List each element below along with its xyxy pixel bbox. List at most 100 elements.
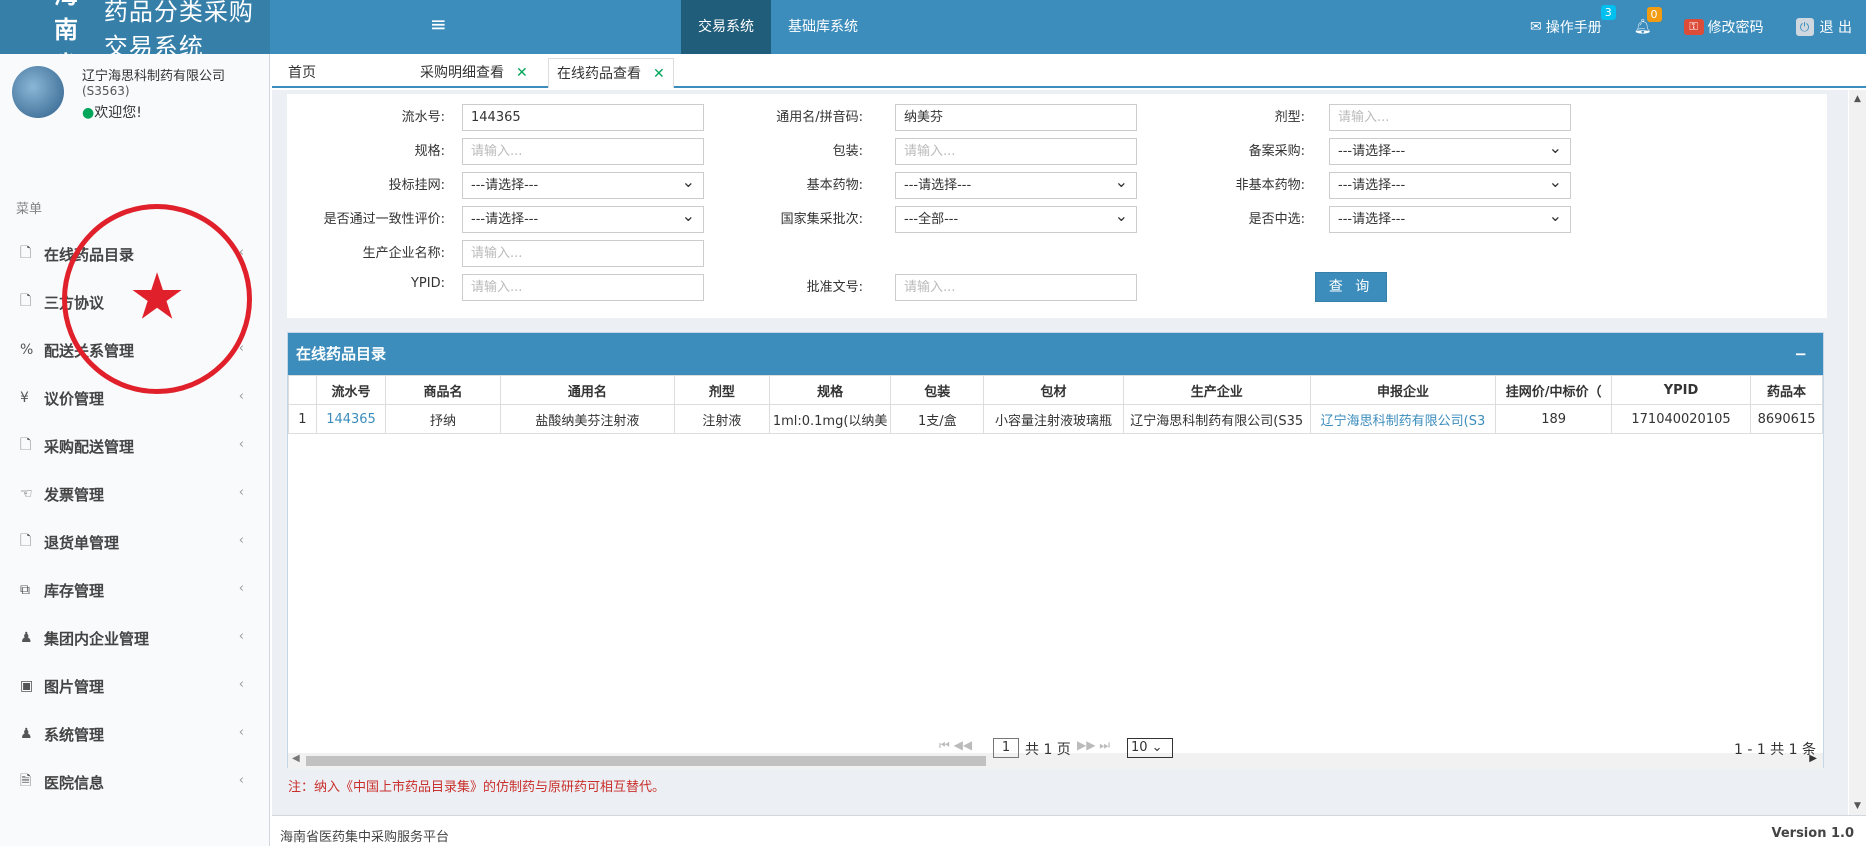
scroll-up-icon[interactable]: ▲ — [1854, 94, 1861, 104]
generic-name-input[interactable]: 纳美芬 — [895, 104, 1137, 131]
sidebar-item-label: 发票管理 — [44, 485, 105, 504]
column-header[interactable]: 剂型 — [674, 375, 770, 405]
column-header[interactable]: YPID — [1610, 375, 1752, 405]
pack-input[interactable]: 请输入... — [895, 138, 1137, 165]
column-header[interactable]: 药品本 — [1750, 375, 1823, 405]
cell-drug-code: 8690615 — [1750, 404, 1823, 434]
consistency-label: 是否通过一致性评价: — [323, 212, 445, 227]
vertical-scrollbar[interactable]: ▲ ▼ — [1849, 90, 1866, 815]
user-code: (S3563) — [82, 84, 130, 98]
dosage-form-input[interactable]: 请输入... — [1329, 104, 1571, 131]
sidebar-item-hospital[interactable]: 🗎 医院信息 ‹ — [0, 758, 270, 806]
sidebar-item-invoice[interactable]: ☜ 发票管理 ‹ — [0, 470, 270, 518]
top-navbar: 海南省药品分类采购交易系统 ≡ 交易系统 基础库系统 ✉ 操作手册 3 🔔︎ 0… — [0, 0, 1866, 79]
ypid-label: YPID: — [410, 276, 445, 291]
query-button[interactable]: 查 询 — [1315, 272, 1387, 302]
document-icon: 🗋 — [20, 245, 32, 261]
drug-grid: 在线药品目录 − 流水号 商品名 通用名 剂型 规格 包装 包材 生产企业 申报… — [287, 332, 1824, 769]
link-icon: % — [20, 342, 34, 358]
sidebar-item-tripartite[interactable]: 🗋 三方协议 — [0, 278, 270, 326]
declarer-link[interactable]: 辽宁海思科制药有限公司(S3 — [1309, 404, 1497, 434]
column-header[interactable]: 申报企业 — [1309, 375, 1497, 405]
sidebar-item-label: 采购配送管理 — [44, 437, 135, 456]
sidebar-item-inventory[interactable]: ⧉ 库存管理 ‹ — [0, 566, 270, 614]
nav-trade-system[interactable]: 交易系统 — [681, 0, 771, 54]
close-icon[interactable]: ✕ — [653, 66, 665, 82]
sidebar-item-online-drugs[interactable]: 🗋 在线药品目录 ‹ — [0, 230, 270, 278]
sidebar-item-delivery[interactable]: % 配送关系管理 ‹ — [0, 326, 270, 374]
power-icon: ⏻ — [1795, 18, 1814, 36]
approval-number-input[interactable]: 请输入... — [895, 274, 1137, 301]
column-header[interactable]: 流水号 — [315, 375, 387, 405]
bid-listing-select[interactable]: ---请选择--- — [462, 169, 704, 199]
sidebar-menu: 🗋 在线药品目录 ‹ 🗋 三方协议 % 配送关系管理 ‹ ¥ 议价管理 ‹ 🗋 采购配送管理 ‹ … — [0, 230, 270, 806]
chevron-left-icon: ‹ — [238, 437, 244, 452]
tab-home[interactable]: 首页 — [280, 58, 324, 88]
serial-input[interactable]: 144365 — [462, 104, 704, 131]
sidebar-item-system[interactable]: ♟ 系统管理 ‹ — [0, 710, 270, 758]
manufacturer-input[interactable]: 请输入... — [462, 240, 704, 267]
non-essential-drug-select[interactable]: ---请选择--- — [1329, 169, 1571, 199]
essential-drug-select[interactable]: ---请选择--- — [895, 169, 1137, 199]
sidebar-toggle-button[interactable]: ≡ — [430, 12, 447, 36]
selected-select[interactable]: ---请选择--- — [1329, 203, 1571, 233]
record-purchase-select[interactable]: ---请选择--- — [1329, 135, 1571, 165]
yen-icon: ¥ — [20, 390, 29, 406]
app-logo[interactable]: 海南省药品分类采购交易系统 — [0, 0, 270, 79]
serial-link[interactable]: 144365 — [315, 404, 387, 434]
tab-online-drugs[interactable]: 在线药品查看 ✕ — [548, 58, 674, 88]
column-header[interactable]: 商品名 — [385, 375, 501, 405]
user-icon: ♟ — [20, 630, 33, 646]
version-label: Version 1.0 — [1771, 826, 1854, 841]
column-header[interactable]: 包材 — [983, 375, 1124, 405]
notification-bell[interactable]: 🔔︎ 0 — [1634, 7, 1662, 35]
manual-label: 操作手册 — [1545, 20, 1602, 36]
change-password-link[interactable]: ⚿ 修改密码 — [1683, 17, 1764, 37]
sidebar-item-images[interactable]: ▣ 图片管理 ‹ — [0, 662, 270, 710]
page-number-input[interactable]: 1 — [993, 738, 1019, 758]
cell-price: 189 — [1495, 404, 1612, 434]
column-header[interactable]: 规格 — [768, 375, 892, 405]
consistency-select[interactable]: ---请选择--- — [462, 203, 704, 233]
close-icon[interactable]: ✕ — [516, 65, 528, 81]
table-row[interactable]: 1 144365 抒纳 盐酸纳美芬注射液 注射液 1ml:0.1mg(以纳美 1… — [288, 404, 1823, 434]
page-tabs: 首页 采购明细查看 ✕ 在线药品查看 ✕ — [272, 58, 1866, 88]
manual-link[interactable]: ✉ 操作手册 3 — [1530, 5, 1616, 37]
spec-input[interactable]: 请输入... — [462, 138, 704, 165]
sidebar-item-purchase[interactable]: 🗋 采购配送管理 ‹ — [0, 422, 270, 470]
chevron-left-icon: ‹ — [238, 485, 244, 500]
tab-purchase-detail[interactable]: 采购明细查看 ✕ — [412, 58, 536, 88]
first-prev-page-icon[interactable]: ⏮ ◀◀ — [939, 738, 972, 753]
sidebar-item-label: 医院信息 — [44, 773, 105, 792]
bell-badge: 0 — [1646, 7, 1662, 22]
column-header[interactable]: 包装 — [890, 375, 985, 405]
page-size-select[interactable]: 10 ⌄ — [1127, 738, 1173, 758]
welcome-text: 欢迎您! — [94, 105, 142, 121]
drug-table: 流水号 商品名 通用名 剂型 规格 包装 包材 生产企业 申报企业 挂网价/中标… — [288, 375, 1823, 434]
nav-base-system[interactable]: 基础库系统 — [771, 0, 875, 54]
sidebar-item-return[interactable]: 🗋 退货单管理 ‹ — [0, 518, 270, 566]
sidebar-item-bargain[interactable]: ¥ 议价管理 ‹ — [0, 374, 270, 422]
logout-link[interactable]: ⏻ 退 出 — [1795, 17, 1852, 37]
national-batch-select[interactable]: ---全部--- — [895, 203, 1137, 233]
ypid-input[interactable]: 请输入... — [462, 274, 704, 301]
handshake-icon: ☜ — [20, 486, 33, 502]
next-last-page-icon[interactable]: ▶▶ ⏭ — [1077, 738, 1110, 753]
row-number: 1 — [288, 404, 317, 434]
tab-label: 采购明细查看 — [420, 65, 504, 81]
chevron-left-icon: ‹ — [238, 677, 244, 692]
user-icon: ♟ — [20, 726, 33, 742]
cell-trade-name: 抒纳 — [385, 404, 501, 434]
column-header[interactable]: 通用名 — [499, 375, 676, 405]
scroll-down-icon[interactable]: ▼ — [1854, 801, 1861, 811]
footer: 海南省医药集中采购服务平台 Version 1.0 — [272, 815, 1866, 846]
sidebar-item-label: 配送关系管理 — [44, 341, 135, 360]
collapse-icon[interactable]: − — [1794, 333, 1807, 375]
column-header[interactable]: 生产企业 — [1122, 375, 1311, 405]
cubes-icon: ⧉ — [20, 582, 30, 598]
column-header[interactable]: 挂网价/中标价（ — [1495, 375, 1612, 405]
sidebar-item-label: 图片管理 — [44, 677, 105, 696]
column-header — [288, 375, 317, 405]
sidebar-item-group[interactable]: ♟ 集团内企业管理 ‹ — [0, 614, 270, 662]
user-panel: 辽宁海思科制药有限公司 (S3563) ●欢迎您! — [12, 66, 262, 136]
